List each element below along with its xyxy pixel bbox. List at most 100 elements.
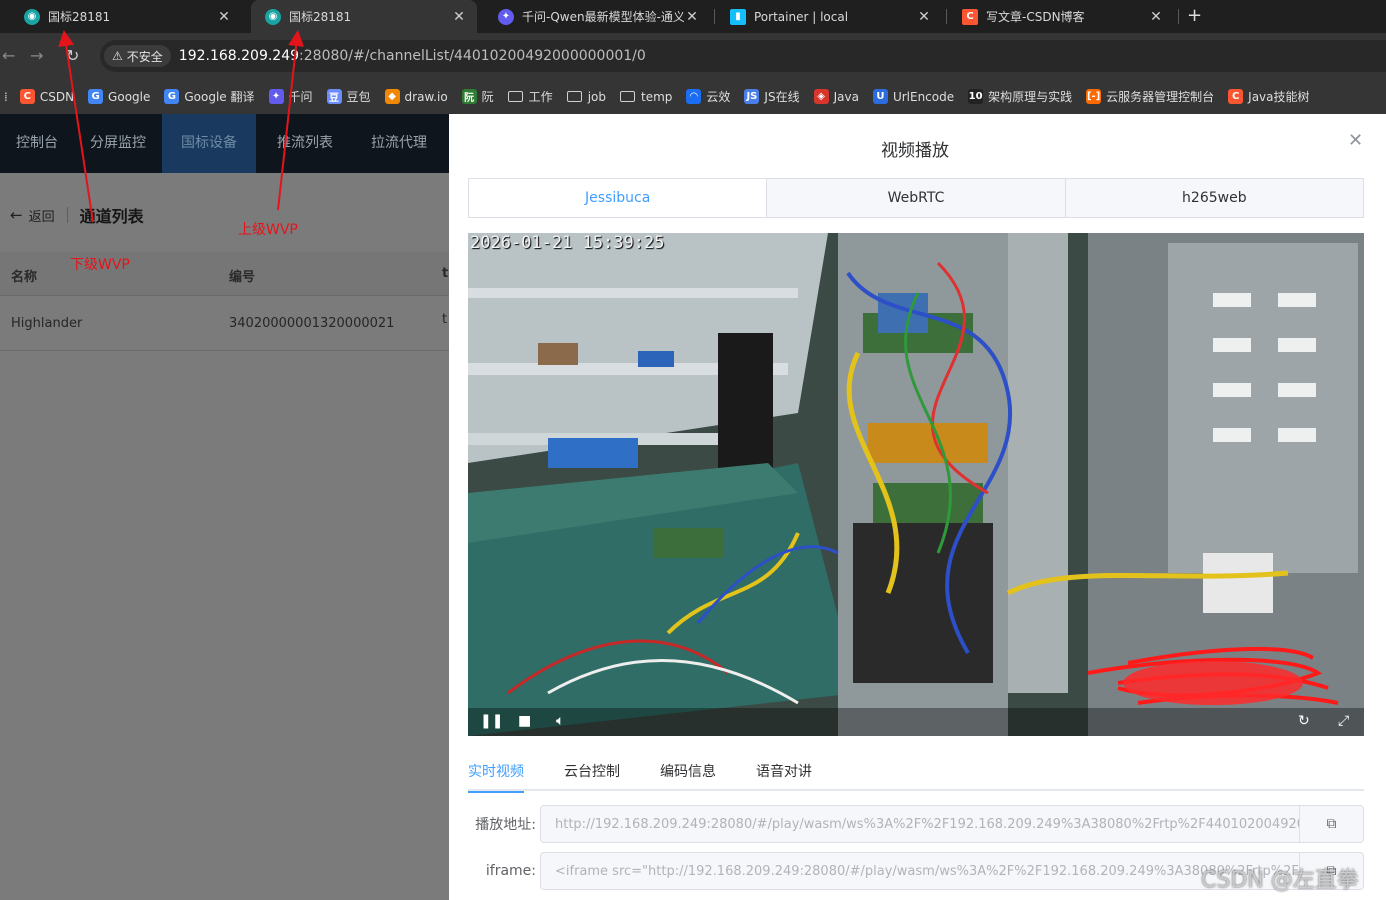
player-controls: ❚❚ ■ 🔈︎ ↻ ⤢ [468,708,1364,736]
back-arrow-icon[interactable]: ← [2,46,15,65]
bookmark-label: 千问 [288,90,313,104]
tab-voice-talk[interactable]: 语音对讲 [756,757,812,789]
tab-live-video[interactable]: 实时视频 [468,757,524,793]
bookmark-item[interactable]: ◈ Java [813,89,859,104]
mute-icon[interactable]: 🔈︎ [556,713,564,729]
tab-separator [946,9,947,24]
bookmark-item[interactable]: 阮阮 [461,88,494,105]
bookmark-item[interactable]: G Google 翻译 [164,88,255,105]
column-more: t [442,266,449,281]
fullscreen-icon[interactable]: ⤢ [1338,713,1349,729]
close-icon[interactable]: ✕ [1148,9,1164,25]
address-bar[interactable]: ⚠ 不安全 192.168.209.249:28080/#/channelLis… [100,40,1386,72]
iframe-label: iframe: [485,863,536,879]
pause-icon[interactable]: ❚❚ [480,713,503,729]
bookmark-item[interactable]: ◠ 云效 [686,88,730,105]
wvp-page: 控制台 分屏监控 国标设备 推流列表 拉流代理 ← 返回 通道列表 名称 编号 … [0,114,449,900]
annotation-lower-wvp: 下级WVP [70,257,130,273]
js-icon: JS [744,89,760,104]
bookmark-label: temp [640,89,673,104]
bookmark-item[interactable]: ✦ 千问 [268,88,313,105]
security-label: 不安全 [126,49,163,64]
bookmark-label: job [587,89,606,104]
play-url-label: 播放地址: [475,817,536,833]
browser-tab-1[interactable]: ◉ 国标28181 ✕ [10,0,242,33]
browser-tab-5[interactable]: C 写文章-CSDN博客 ✕ [948,0,1174,33]
tab-ptz-control[interactable]: 云台控制 [564,757,620,789]
new-tab-button[interactable]: + [1187,5,1202,26]
copy-icon[interactable]: ⧉ [1299,806,1363,842]
nav-gb-devices[interactable]: 国标设备 [162,114,256,173]
bookmark-item[interactable]: G Google [88,89,150,104]
wvp-icon: ◉ [265,8,281,25]
close-icon[interactable]: ✕ [684,9,700,25]
play-url-row: 播放地址: http://192.168.209.249:28080/#/pla… [468,805,1364,843]
tab-separator [1178,9,1179,24]
bookmark-item[interactable]: JS JS在线 [744,88,800,105]
bookmark-label: Google [108,89,151,104]
channel-id: 34020000001320000021 [229,316,395,331]
tab-title: Portainer | local [754,9,849,24]
column-name: 名称 [11,270,38,285]
table-row[interactable]: Highlander 34020000001320000021 t [0,296,449,351]
book-icon: 10 [968,89,984,104]
browser-tab-4[interactable]: ▮ Portainer | local ✕ [716,0,942,33]
java-icon: ◈ [813,89,829,104]
close-icon[interactable]: ✕ [451,9,467,25]
bookmark-item[interactable]: U UrlEncode [872,89,954,104]
camera-frame [468,233,1364,736]
refresh-icon[interactable]: ↻ [1298,713,1310,729]
close-icon[interactable]: ✕ [916,9,932,25]
nav-pull-proxy[interactable]: 拉流代理 [353,114,439,173]
nav-push-list[interactable]: 推流列表 [256,114,353,173]
translate-icon: G [164,89,180,104]
forward-arrow-icon[interactable]: → [30,46,43,65]
folder-icon [566,91,582,102]
portainer-icon: ▮ [730,8,746,25]
bookmark-label: Java技能树 [1248,90,1310,104]
bookmark-item[interactable]: 10 架构原理与实践 [968,88,1072,105]
bookmark-label: 豆包 [346,90,371,104]
url-text[interactable]: 192.168.209.249:28080/#/channelList/4401… [179,48,646,64]
bookmark-label: 工作 [528,90,553,104]
close-icon[interactable]: ✕ [1348,130,1363,151]
play-url-field[interactable]: http://192.168.209.249:28080/#/play/wasm… [540,805,1364,843]
back-button[interactable]: ← 返回 [10,206,55,225]
divider [66,207,68,223]
apps-grid-icon[interactable]: ⁞ [4,90,8,104]
tab-codec-info[interactable]: 编码信息 [660,757,716,789]
bookmark-item[interactable]: C CSDN [19,89,74,104]
close-icon[interactable]: ✕ [216,9,232,25]
csdn-icon: C [1228,89,1244,104]
reload-icon[interactable]: ↻ [66,46,79,65]
bookmark-item[interactable]: temp [619,89,673,104]
iframe-value: <iframe src="http://192.168.209.249:2808… [555,863,1299,879]
tab-h265web[interactable]: h265web [1066,179,1363,217]
tab-jessibuca[interactable]: Jessibuca [469,179,768,217]
ruan-icon: 阮 [461,89,477,104]
bookmark-item[interactable]: 豆豆包 [326,88,371,105]
tab-webrtc[interactable]: WebRTC [767,179,1066,217]
urlencode-icon: U [872,89,888,104]
stop-icon[interactable]: ■ [518,713,531,729]
bookmark-label: draw.io [404,89,448,104]
bookmark-item[interactable]: ◆ draw.io [384,89,448,104]
browser-tab-3[interactable]: ✦ 千问-Qwen最新模型体验-通义 ✕ [484,0,710,33]
yunxiao-icon: ◠ [686,89,702,104]
play-url-value: http://192.168.209.249:28080/#/play/wasm… [555,816,1299,832]
warning-icon: ⚠ [112,49,123,63]
doubao-icon: 豆 [326,89,342,104]
column-id: 编号 [229,270,256,285]
browser-toolbar: ← → ↻ ⚠ 不安全 192.168.209.249:28080/#/chan… [0,33,1386,79]
nav-split-monitor[interactable]: 分屏监控 [74,114,162,173]
back-label: 返回 [28,209,55,225]
security-chip[interactable]: ⚠ 不安全 [104,45,171,67]
bookmark-item[interactable]: [-] 云服务器管理控制台 [1086,88,1214,105]
video-player[interactable]: 2026-01-21 15:39:25 ❚❚ ■ 🔈︎ ↻ ⤢ [468,233,1364,736]
bookmark-item[interactable]: C Java技能树 [1228,88,1310,105]
browser-tab-2[interactable]: ◉ 国标28181 ✕ [251,0,477,33]
nav-console[interactable]: 控制台 [0,114,74,173]
bookmark-item[interactable]: job [566,89,606,104]
bookmark-item[interactable]: 工作 [507,88,553,105]
video-timestamp: 2026-01-21 15:39:25 [470,233,665,253]
